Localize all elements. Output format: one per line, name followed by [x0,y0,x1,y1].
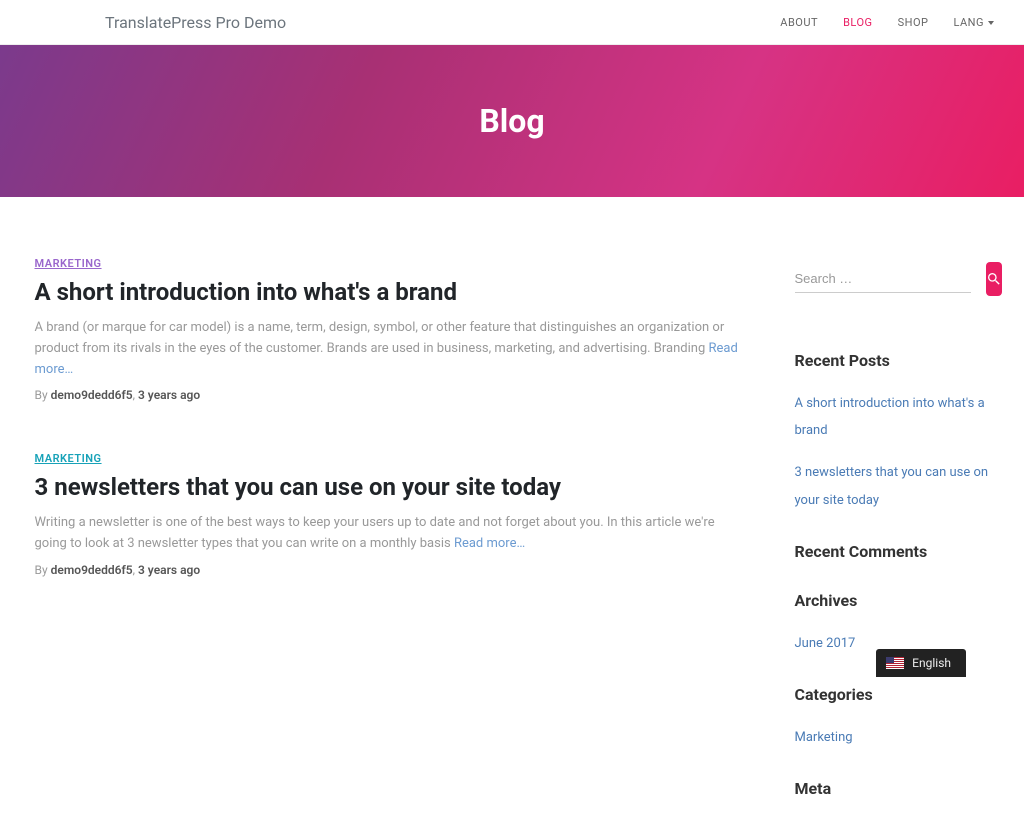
post: MARKETING A short introduction into what… [35,257,745,402]
category-link[interactable]: Marketing [795,730,853,745]
widget-title: Archives [795,591,995,610]
read-more-link[interactable]: Read more… [454,536,525,551]
language-label: English [912,656,951,670]
main-container: MARKETING A short introduction into what… [30,197,995,828]
nav-item-shop[interactable]: SHOP [898,16,929,29]
chevron-down-icon [988,21,994,25]
widget-title: Recent Comments [795,542,995,561]
categories-list: Marketing [795,722,995,749]
post-author[interactable]: demo9dedd6f5 [51,563,133,577]
nav-item-lang[interactable]: LANG [953,16,994,29]
post: MARKETING 3 newsletters that you can use… [35,452,745,577]
nav-link[interactable]: LANG [953,16,994,29]
sidebar: Recent Posts A short introduction into w… [795,257,995,828]
nav-link[interactable]: ABOUT [780,16,818,29]
search-button[interactable] [986,262,1002,296]
widget-title: Recent Posts [795,351,995,370]
post-category-link[interactable]: MARKETING [35,257,745,270]
categories-widget: Categories Marketing [795,685,995,749]
search-icon [986,271,1002,287]
recent-post-link[interactable]: A short introduction into what's a brand [795,396,985,438]
post-author[interactable]: demo9dedd6f5 [51,388,133,402]
post-title[interactable]: A short introduction into what's a brand [35,278,745,306]
archives-widget: Archives June 2017 [795,591,995,655]
search-input[interactable] [795,265,971,293]
post-meta: By demo9dedd6f5, 3 years ago [35,388,745,402]
meta-widget: Meta [795,779,995,798]
recent-post-link[interactable]: 3 newsletters that you can use on your s… [795,465,989,507]
navbar: TranslatePress Pro Demo ABOUT BLOG SHOP … [0,0,1024,45]
recent-comments-widget: Recent Comments [795,542,995,561]
recent-posts-widget: Recent Posts A short introduction into w… [795,351,995,512]
widget-title: Meta [795,779,995,798]
list-item: A short introduction into what's a brand [795,388,995,442]
nav-item-blog[interactable]: BLOG [843,16,873,29]
us-flag-icon [886,657,904,669]
post-category-link[interactable]: MARKETING [35,452,745,465]
post-date[interactable]: 3 years ago [138,388,200,402]
hero-banner: Blog [0,45,1024,197]
search-widget [795,262,995,296]
post-date[interactable]: 3 years ago [138,563,200,577]
nav-menu: ABOUT BLOG SHOP LANG [780,16,994,29]
post-meta: By demo9dedd6f5, 3 years ago [35,563,745,577]
list-item: 3 newsletters that you can use on your s… [795,457,995,511]
list-item: Marketing [795,722,995,749]
archive-link[interactable]: June 2017 [795,636,856,651]
brand-link[interactable]: TranslatePress Pro Demo [105,13,286,32]
post-title[interactable]: 3 newsletters that you can use on your s… [35,473,745,501]
nav-item-about[interactable]: ABOUT [780,16,818,29]
page-title: Blog [479,102,544,140]
language-switcher[interactable]: English [876,649,966,677]
recent-posts-list: A short introduction into what's a brand… [795,388,995,512]
widget-title: Categories [795,685,995,704]
post-excerpt: Writing a newsletter is one of the best … [35,513,745,555]
posts-column: MARKETING A short introduction into what… [30,257,745,828]
nav-link[interactable]: SHOP [898,16,929,29]
post-excerpt: A brand (or marque for car model) is a n… [35,318,745,380]
nav-link[interactable]: BLOG [843,16,873,29]
